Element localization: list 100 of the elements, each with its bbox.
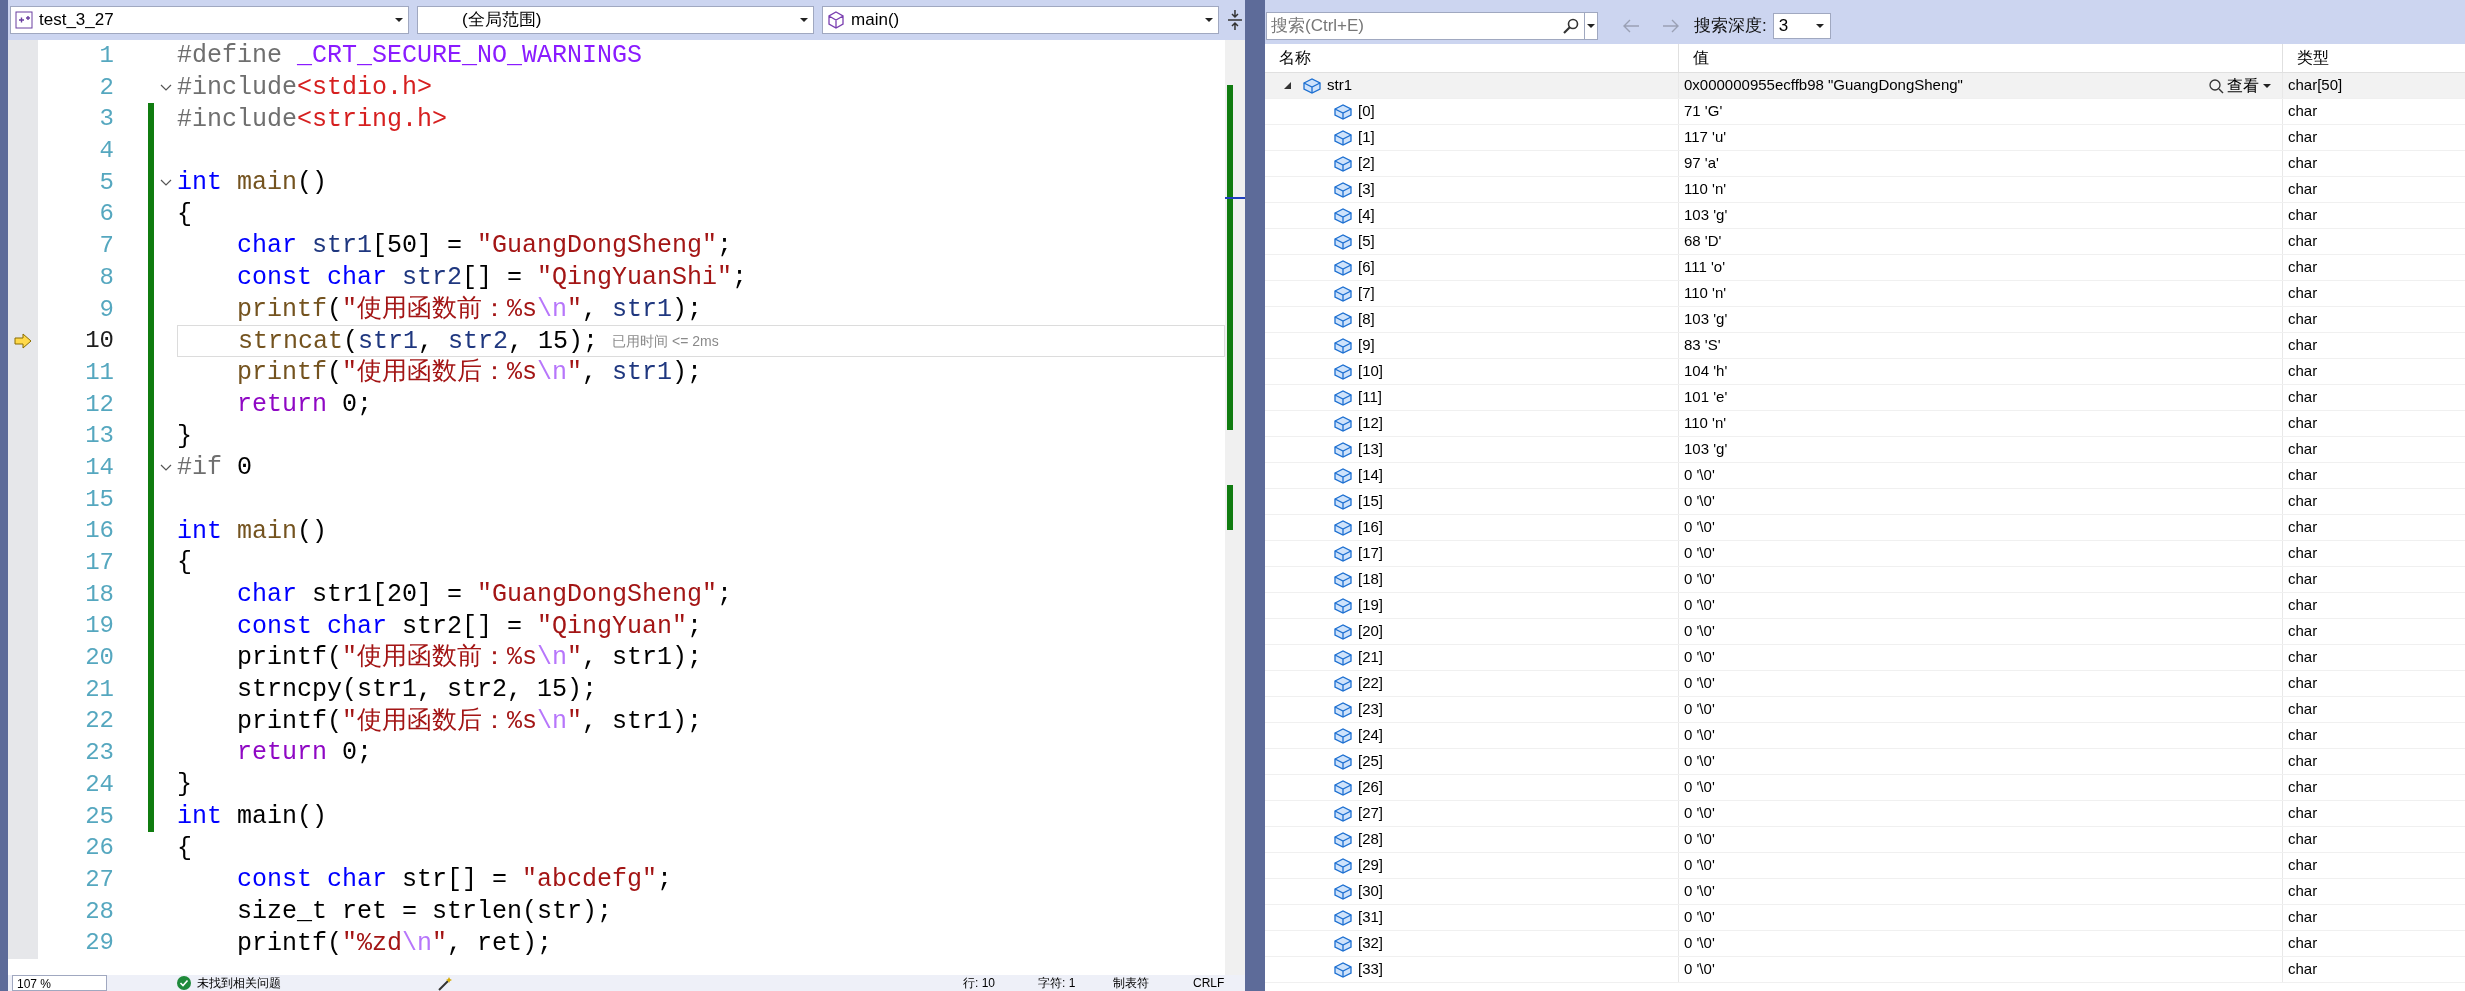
variable-value: 0 '\0': [1684, 777, 1716, 798]
variable-type: char: [2287, 855, 2319, 876]
variable-name: [15]: [1358, 491, 1384, 512]
search-options-button[interactable]: [1584, 12, 1598, 40]
variable-name: [0]: [1358, 101, 1375, 122]
line-number: 15: [84, 484, 114, 515]
line-number: 5: [98, 167, 114, 198]
line-number: 28: [84, 896, 114, 927]
breakpoint-margin[interactable]: [8, 927, 38, 959]
expander-icon[interactable]: [1283, 81, 1292, 90]
collapse-icon[interactable]: [159, 83, 172, 93]
magic-wand-icon[interactable]: [437, 975, 453, 991]
variable-type: char: [2287, 725, 2319, 746]
variable-value: 97 'a': [1684, 153, 1720, 174]
variable-type: char: [2287, 101, 2319, 122]
forward-arrow-icon[interactable]: [1662, 18, 1680, 34]
variable-type: char: [2287, 439, 2319, 460]
elapsed-time-hint: 已用时间 <= 2ms: [612, 331, 719, 351]
line-number: 19: [84, 611, 114, 642]
variable-type: char: [2287, 491, 2319, 512]
variable-type: char: [2287, 283, 2319, 304]
column-header[interactable]: 名称: [1265, 44, 1679, 72]
variable-type: char: [2287, 517, 2319, 538]
variable-name: [31]: [1358, 907, 1384, 928]
variable-name: [26]: [1358, 777, 1384, 798]
breakpoint-margin[interactable]: [8, 40, 38, 72]
collapse-icon[interactable]: [159, 178, 172, 188]
variable-name: [14]: [1358, 465, 1384, 486]
vertical-scrollbar[interactable]: [1225, 40, 1245, 975]
line-number: 7: [98, 231, 114, 262]
variable-name: [9]: [1358, 335, 1375, 356]
project-dropdown[interactable]: test_3_27: [10, 6, 409, 34]
variable-value: 117 'u': [1684, 127, 1728, 148]
variable-value: 110 'n': [1684, 413, 1728, 434]
variable-value: 110 'n': [1684, 179, 1728, 200]
variable-type: char: [2287, 543, 2319, 564]
variable-value: 0 '\0': [1684, 647, 1716, 668]
variable-name: [13]: [1358, 439, 1384, 460]
line-number: 16: [84, 516, 114, 547]
line-number: 11: [84, 357, 114, 388]
zoom-dropdown[interactable]: 107 %: [12, 975, 107, 991]
variable-type: char: [2287, 595, 2319, 616]
dropdown-caret-icon: [799, 16, 810, 24]
variable-value: 0 '\0': [1684, 829, 1716, 850]
variable-name: [11]: [1358, 387, 1382, 408]
variable-type: char: [2287, 257, 2319, 278]
variable-type: char: [2287, 153, 2319, 174]
line-ending-indicator[interactable]: CRLF: [1193, 975, 1225, 991]
line-number: 22: [84, 706, 114, 737]
variable-name: [7]: [1358, 283, 1375, 304]
issues-status: 未找到相关问题: [197, 975, 282, 991]
scope-dropdown[interactable]: (全局范围): [417, 6, 815, 34]
collapse-icon[interactable]: [159, 463, 172, 473]
variable-type: char: [2287, 205, 2319, 226]
variable-value: 110 'n': [1684, 283, 1728, 304]
code-line: }: [177, 770, 192, 800]
line-number: 18: [84, 579, 114, 610]
variable-value: 0 '\0': [1684, 569, 1716, 590]
member-dropdown[interactable]: main(): [822, 6, 1220, 34]
code-line: const char str2[] = "QingYuanShi";: [236, 263, 748, 293]
column-header[interactable]: 类型: [2283, 44, 2465, 72]
line-number: 25: [84, 801, 114, 832]
variable-type: char: [2287, 335, 2319, 356]
search-button[interactable]: [1556, 12, 1584, 40]
view-button[interactable]: 查看: [2208, 73, 2272, 98]
variable-type: char: [2287, 959, 2319, 980]
variable-value: 103 'g': [1684, 439, 1729, 460]
depth-dropdown[interactable]: 3: [1772, 13, 1831, 39]
code-line: return 0;: [236, 389, 373, 419]
variable-name: [21]: [1358, 647, 1384, 668]
variable-type: char[50]: [2287, 75, 2344, 96]
back-arrow-icon[interactable]: [1622, 18, 1640, 34]
variable-type: char: [2287, 569, 2319, 590]
line-number: 24: [84, 769, 114, 800]
code-line: strncat(str1, str2, 15);: [237, 326, 599, 356]
variable-value: 71 'G': [1684, 101, 1724, 122]
code-line: {: [177, 833, 192, 863]
variable-value: 0x000000955ecffb98 "GuangDongSheng": [1684, 75, 1964, 96]
line-number: 21: [84, 674, 114, 705]
variable-type: char: [2287, 465, 2319, 486]
variable-type: char: [2287, 907, 2319, 928]
variable-type: char: [2287, 881, 2319, 902]
variable-name: [8]: [1358, 309, 1375, 330]
variable-value: 0 '\0': [1684, 491, 1716, 512]
dropdown-caret-icon: [394, 16, 404, 24]
variable-type: char: [2287, 647, 2319, 668]
variable-value: 0 '\0': [1684, 543, 1716, 564]
dropdown-caret-icon: [2262, 81, 2272, 90]
variable-type: char: [2287, 699, 2319, 720]
variable-value: 0 '\0': [1684, 699, 1716, 720]
search-field[interactable]: 搜索(Ctrl+E): [1266, 12, 1556, 40]
variable-type: char: [2287, 777, 2319, 798]
project-icon: [15, 11, 33, 29]
variable-name: [5]: [1358, 231, 1375, 252]
line-number: 4: [98, 136, 114, 167]
split-icon[interactable]: [1227, 9, 1243, 31]
variable-type: char: [2287, 829, 2319, 850]
column-header[interactable]: 值: [1679, 44, 2283, 72]
variable-type: char: [2287, 231, 2319, 252]
indent-indicator[interactable]: 制表符: [1113, 975, 1193, 991]
